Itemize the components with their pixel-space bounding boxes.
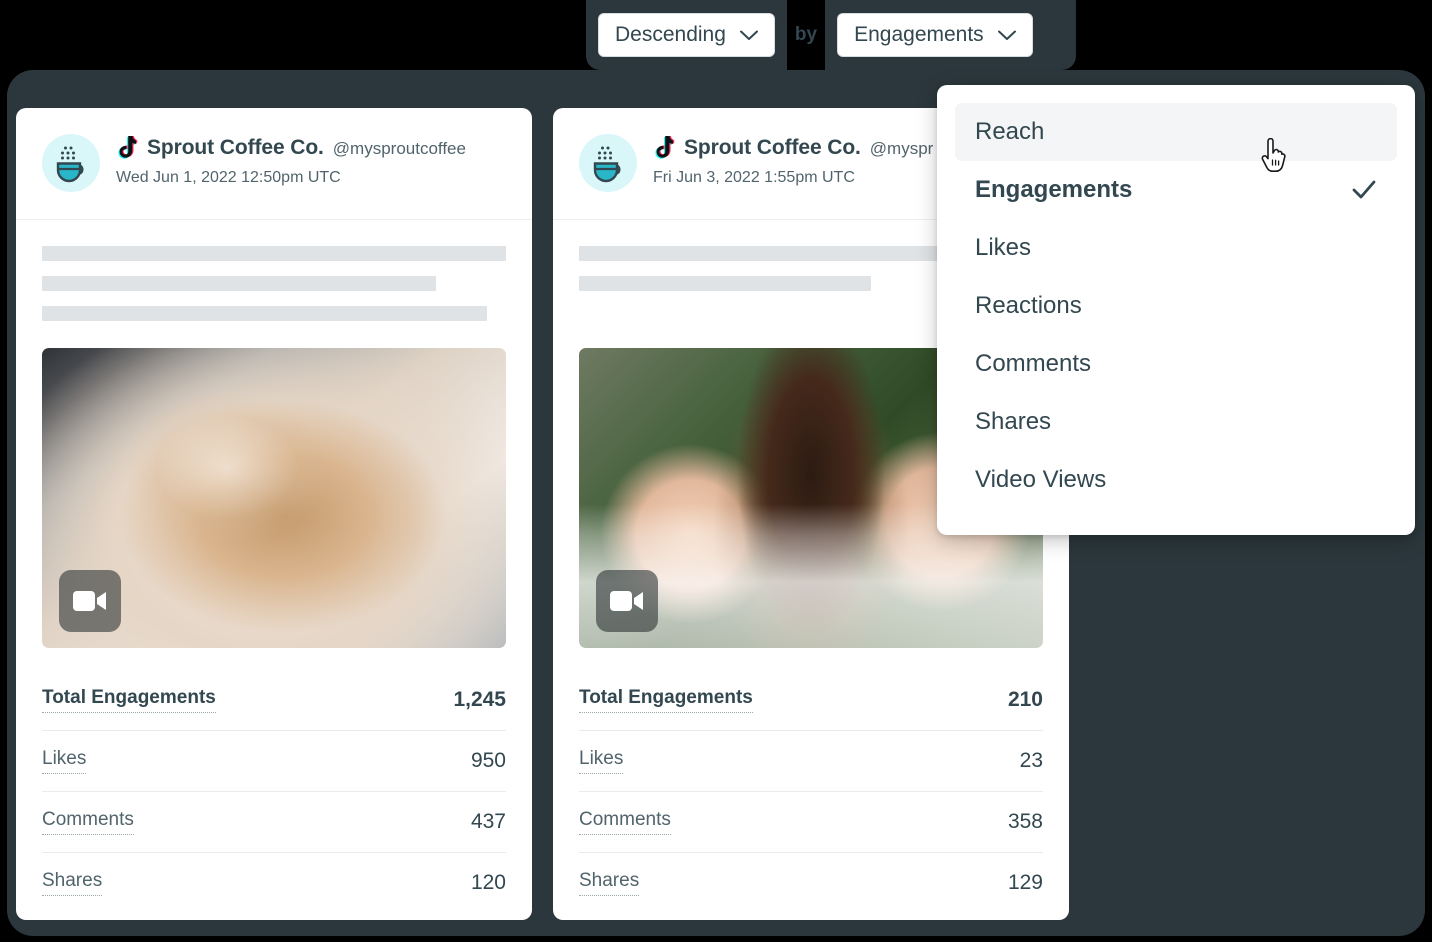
sort-metric-pill: Engagements <box>825 2 1045 68</box>
chevron-down-icon <box>997 30 1016 40</box>
skeleton-line <box>579 276 872 291</box>
sort-direction-value: Descending <box>615 23 726 46</box>
account-name: Sprout Coffee Co. <box>147 136 324 159</box>
chevron-down-icon <box>739 30 758 40</box>
metric-value: 1,245 <box>453 688 506 711</box>
account-row: Sprout Coffee Co. @mysproutcoffee <box>116 136 466 162</box>
dropdown-item-label: Engagements <box>975 176 1133 203</box>
metric-label: Comments <box>42 809 134 835</box>
skeleton-line <box>42 306 488 321</box>
sort-direction-pill: Descending <box>586 2 787 68</box>
dropdown-item-likes[interactable]: Likes <box>955 219 1397 277</box>
post-card-list: Sprout Coffee Co. @mysproutcoffee Wed Ju… <box>16 108 1069 920</box>
sort-metric-dropdown[interactable]: Engagements <box>837 13 1033 57</box>
metric-row: Comments 437 <box>42 792 506 853</box>
metric-row: Shares 120 <box>42 853 506 913</box>
dropdown-item-label: Reactions <box>975 292 1082 319</box>
metric-value: 437 <box>470 810 506 833</box>
post-header-text: Sprout Coffee Co. @myspr Fri Jun 3, 2022… <box>653 134 933 187</box>
dropdown-item-label: Video Views <box>975 466 1107 493</box>
metric-label: Likes <box>42 748 87 774</box>
metric-value: 120 <box>470 871 506 894</box>
metric-value: 23 <box>1019 749 1043 772</box>
dropdown-item-reactions[interactable]: Reactions <box>955 277 1397 335</box>
metric-value: 358 <box>1007 810 1043 833</box>
dropdown-item-label: Comments <box>975 350 1092 377</box>
metric-row: Likes 23 <box>579 731 1043 792</box>
coffee-cup-icon <box>593 146 621 183</box>
post-metrics: Total Engagements 210 Likes 23 Comments … <box>553 670 1069 913</box>
video-camera-icon <box>610 591 643 611</box>
metric-row: Likes 950 <box>42 731 506 792</box>
coffee-cup-icon <box>56 146 84 183</box>
post-date: Fri Jun 3, 2022 1:55pm UTC <box>653 169 855 186</box>
dropdown-item-reach[interactable]: Reach <box>955 103 1397 161</box>
dropdown-item-video-views[interactable]: Video Views <box>955 451 1397 509</box>
metric-label: Likes <box>579 748 624 774</box>
metric-row: Total Engagements 1,245 <box>42 670 506 731</box>
account-handle: @myspr <box>869 139 934 158</box>
tiktok-icon <box>118 136 138 159</box>
dropdown-item-label: Likes <box>975 234 1032 261</box>
metric-label: Total Engagements <box>579 687 753 713</box>
sort-metric-value: Engagements <box>854 23 984 46</box>
skeleton-line <box>42 276 437 291</box>
metric-dropdown-menu: Reach Engagements Likes Reactions Commen… <box>937 85 1415 535</box>
sort-bar: Descending by Engagements <box>586 0 1045 70</box>
dropdown-item-comments[interactable]: Comments <box>955 335 1397 393</box>
metric-label: Shares <box>579 870 640 896</box>
sort-direction-dropdown[interactable]: Descending <box>598 13 775 57</box>
dropdown-item-shares[interactable]: Shares <box>955 393 1397 451</box>
tiktok-icon <box>655 136 675 159</box>
dropdown-item-engagements[interactable]: Engagements <box>955 161 1397 219</box>
skeleton-line <box>42 246 506 261</box>
metric-row: Comments 358 <box>579 792 1043 853</box>
avatar <box>579 134 637 192</box>
post-header-text: Sprout Coffee Co. @mysproutcoffee Wed Ju… <box>116 134 466 187</box>
video-badge <box>596 570 658 632</box>
post-card-header: Sprout Coffee Co. @mysproutcoffee Wed Ju… <box>16 108 532 220</box>
dropdown-item-label: Shares <box>975 408 1052 435</box>
metric-row: Shares 129 <box>579 853 1043 913</box>
post-text-placeholder <box>16 220 532 342</box>
account-name: Sprout Coffee Co. <box>684 136 861 159</box>
video-camera-icon <box>73 591 106 611</box>
video-badge <box>59 570 121 632</box>
metric-row: Total Engagements 210 <box>579 670 1043 731</box>
avatar <box>42 134 100 192</box>
check-icon <box>1352 180 1376 199</box>
post-metrics: Total Engagements 1,245 Likes 950 Commen… <box>16 670 532 913</box>
metric-label: Total Engagements <box>42 687 216 713</box>
metric-label: Comments <box>579 809 671 835</box>
metric-label: Shares <box>42 870 103 896</box>
post-card[interactable]: Sprout Coffee Co. @mysproutcoffee Wed Ju… <box>16 108 532 920</box>
sort-conjunction-label: by <box>786 0 826 70</box>
post-date: Wed Jun 1, 2022 12:50pm UTC <box>116 169 341 186</box>
post-media-thumbnail[interactable] <box>42 348 506 648</box>
metric-value: 210 <box>1007 688 1043 711</box>
dropdown-item-label: Reach <box>975 118 1045 145</box>
account-handle: @mysproutcoffee <box>332 139 466 158</box>
post-media-wrapper <box>16 342 532 648</box>
metric-value: 950 <box>470 749 506 772</box>
account-row: Sprout Coffee Co. @myspr <box>653 136 933 162</box>
metric-value: 129 <box>1007 871 1043 894</box>
